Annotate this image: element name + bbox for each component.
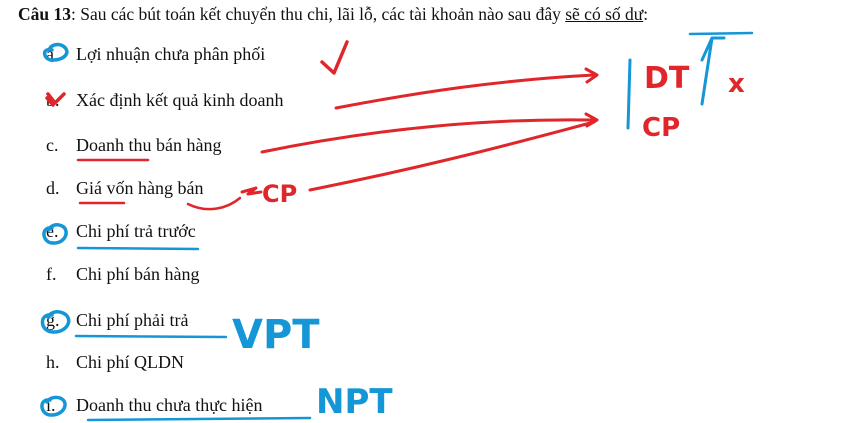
bracket-mark [700,36,726,106]
annotation-cp-option-d: CP [262,180,297,208]
annotation-vpt: VPT [232,312,320,358]
underline-option-i [86,416,312,422]
underline-option-g [74,334,228,339]
bracket-line [626,58,632,130]
underline-question [688,31,754,36]
circle-option-a [42,42,69,62]
annotation-cp: CP [642,113,680,143]
arrow-from-option-b [334,67,599,110]
annotation-dt: DT [644,61,690,96]
circle-option-g [40,310,71,334]
underline-option-e [76,246,200,251]
check-mark-option-a [320,40,349,75]
arrow-from-option-d [308,120,596,192]
circle-option-e [42,223,68,245]
circle-option-i [40,395,67,417]
annotation-x: x [728,69,745,99]
annotation-npt: NPT [316,382,393,422]
tick-option-b [45,92,66,107]
handwriting-overlay: CP DT x CP VPT NPT [40,31,754,422]
curve-option-d [186,196,242,211]
arrow-small-option-d [240,186,263,196]
